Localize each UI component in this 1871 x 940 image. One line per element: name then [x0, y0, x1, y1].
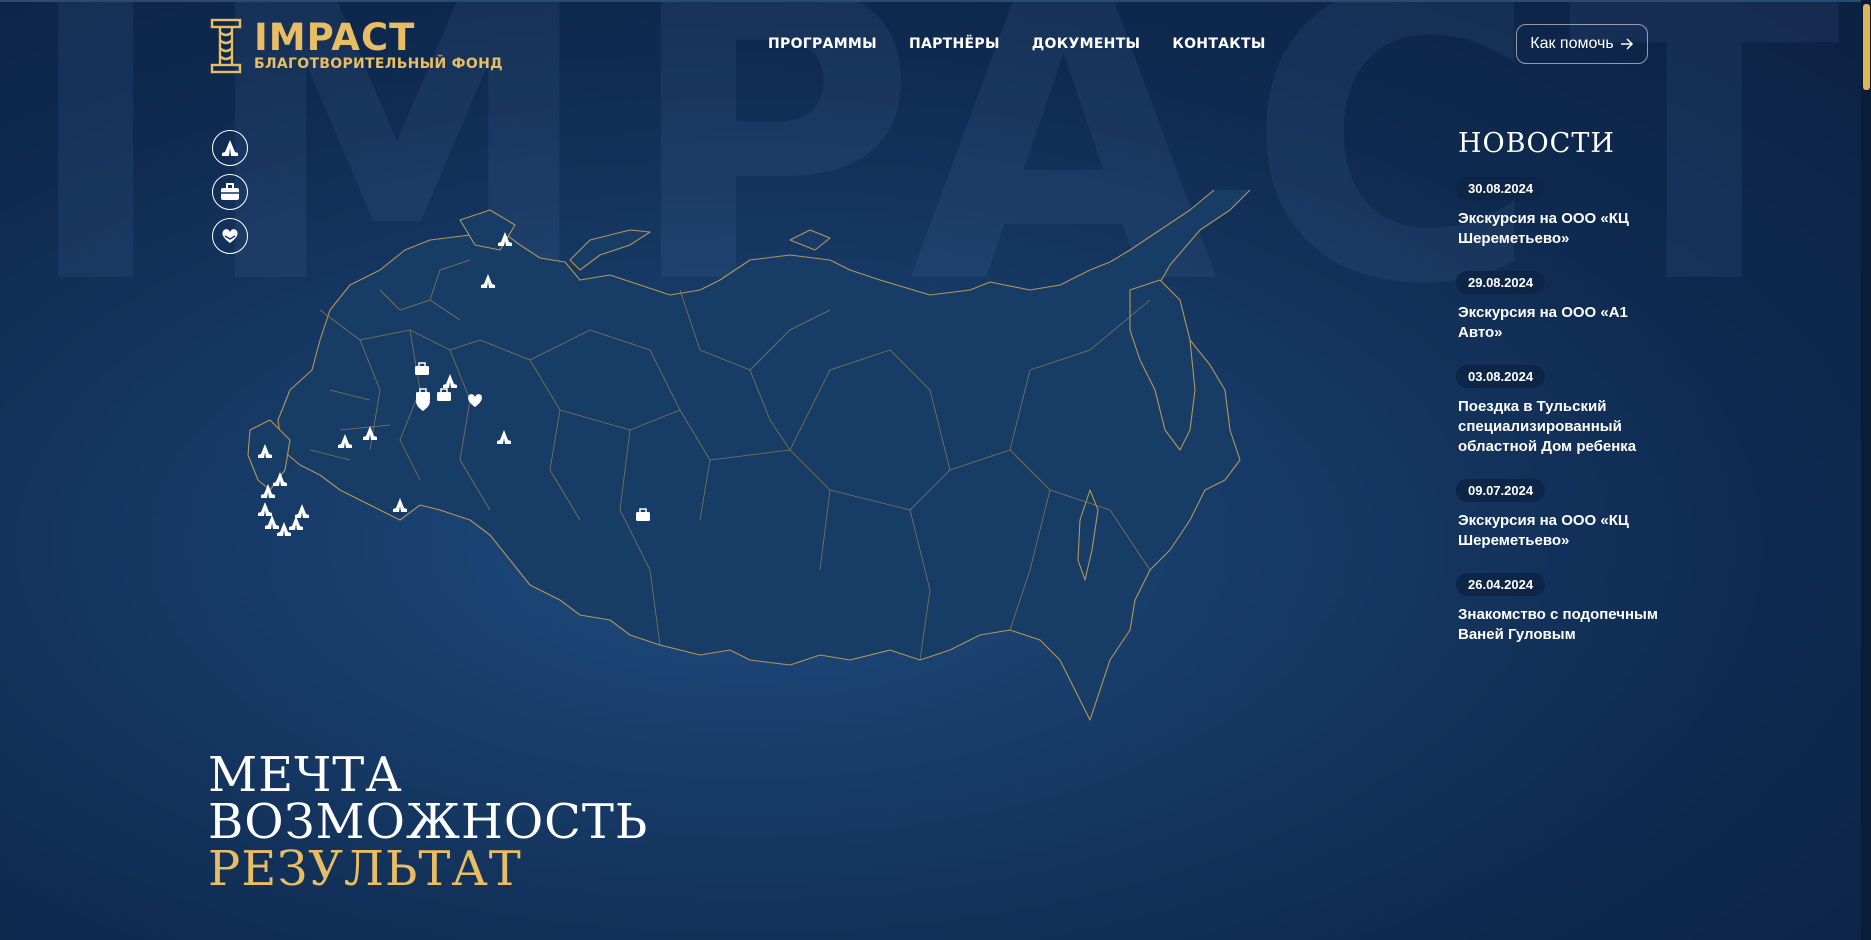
scrollbar[interactable] — [1861, 0, 1871, 940]
news-date-badge: 30.08.2024 — [1456, 177, 1546, 200]
map-severnaya-zemlya — [789, 229, 831, 251]
nav-programs[interactable]: ПРОГРАММЫ — [768, 36, 877, 52]
news-heading: НОВОСТИ — [1458, 128, 1615, 159]
news-item[interactable]: 26.04.2024 Знакомство с подопечным Ваней… — [1456, 573, 1666, 645]
marker-praying-hands-icon[interactable] — [295, 504, 309, 518]
news-date-badge: 09.07.2024 — [1456, 479, 1546, 502]
news-headline[interactable]: Экскурсия на ООО «КЦ Шереметьево» — [1456, 209, 1666, 249]
news-item[interactable]: 03.08.2024 Поездка в Тульский специализи… — [1456, 365, 1666, 457]
news-headline[interactable]: Поездка в Тульский специализированный об… — [1456, 397, 1666, 457]
hero-slogan: МЕЧТА ВОЗМОЖНОСТЬ РЕЗУЛЬТАТ — [208, 747, 649, 897]
map-novaya-zemlya — [569, 229, 651, 271]
top-border — [0, 0, 1871, 2]
slogan-line-dream: МЕЧТА — [208, 747, 403, 803]
news-date-badge: 29.08.2024 — [1456, 271, 1546, 294]
news-panel: НОВОСТИ 30.08.2024 Экскурсия на ООО «КЦ … — [1456, 128, 1666, 667]
news-date-badge: 03.08.2024 — [1456, 365, 1546, 388]
slogan-line-opportunity: ВОЗМОЖНОСТЬ — [208, 794, 649, 850]
praying-hands-icon[interactable] — [212, 130, 248, 166]
news-item[interactable]: 09.07.2024 Экскурсия на ООО «КЦ Шереметь… — [1456, 479, 1666, 551]
news-date-badge: 26.04.2024 — [1456, 573, 1546, 596]
logo[interactable]: IMPACT БЛАГОТВОРИТЕЛЬНЫЙ ФОНД — [210, 18, 503, 74]
logo-title: IMPACT — [254, 16, 416, 59]
logo-pillar-icon — [210, 18, 242, 74]
map-mainland — [277, 190, 1251, 721]
nav-contacts[interactable]: КОНТАКТЫ — [1172, 36, 1265, 52]
news-headline[interactable]: Экскурсия на ООО «А1 Авто» — [1456, 303, 1666, 343]
marker-praying-hands-icon[interactable] — [277, 522, 291, 536]
arrow-right-icon — [1620, 38, 1633, 50]
news-headline[interactable]: Экскурсия на ООО «КЦ Шереметьево» — [1456, 511, 1666, 551]
marker-praying-hands-icon[interactable] — [289, 516, 303, 530]
slogan-line-result: РЕЗУЛЬТАТ — [208, 841, 522, 897]
scrollbar-thumb[interactable] — [1863, 4, 1870, 90]
how-to-help-button[interactable]: Как помочь — [1516, 24, 1648, 64]
marker-praying-hands-icon[interactable] — [258, 502, 272, 516]
news-headline[interactable]: Знакомство с подопечным Ваней Гуловым — [1456, 605, 1666, 645]
news-item[interactable]: 30.08.2024 Экскурсия на ООО «КЦ Шереметь… — [1456, 177, 1666, 249]
nav-partners[interactable]: ПАРТНЁРЫ — [909, 36, 1000, 52]
nav-documents[interactable]: ДОКУМЕНТЫ — [1032, 36, 1141, 52]
main-nav: ПРОГРАММЫ ПАРТНЁРЫ ДОКУМЕНТЫ КОНТАКТЫ — [768, 36, 1266, 52]
how-to-help-label: Как помочь — [1530, 35, 1614, 52]
logo-subtitle: БЛАГОТВОРИТЕЛЬНЫЙ ФОНД — [254, 56, 503, 72]
news-item[interactable]: 29.08.2024 Экскурсия на ООО «А1 Авто» — [1456, 271, 1666, 343]
russia-map — [247, 190, 1251, 721]
marker-praying-hands-icon[interactable] — [265, 515, 279, 529]
